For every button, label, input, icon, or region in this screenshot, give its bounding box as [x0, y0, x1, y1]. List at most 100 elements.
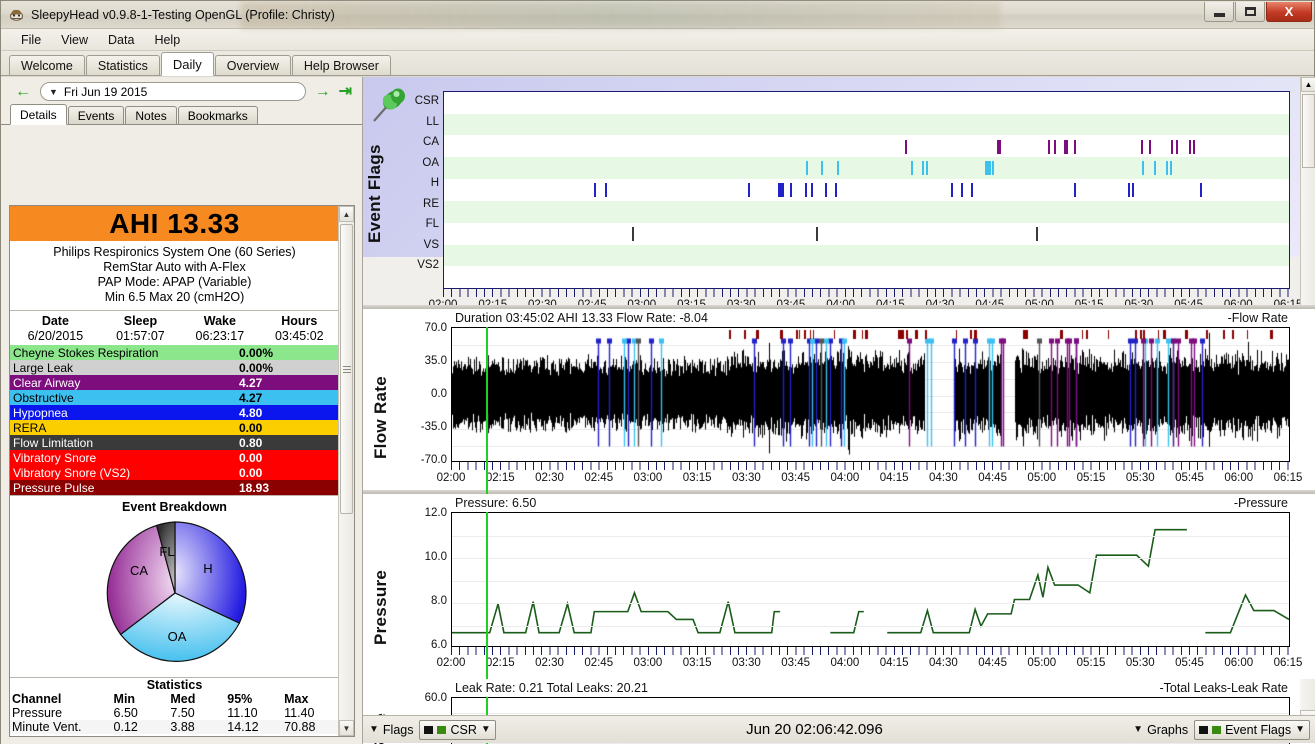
tab-daily[interactable]: Daily: [160, 52, 214, 76]
event-stats-list: Cheyne Stokes Respiration 0.00% Large Leak…: [10, 345, 339, 495]
close-icon: X: [1284, 4, 1294, 19]
event-breakdown-pie: Event Breakdown H OA CA FL: [10, 495, 339, 675]
event-row[interactable]: Vibratory Snore 0.00: [10, 450, 339, 465]
flags-dropdown-icon[interactable]: ▼: [369, 724, 379, 735]
event-row[interactable]: Pressure Pulse 18.93: [10, 480, 339, 495]
pressure-graph[interactable]: Pressure: 6.50 -Pressure Pressure 12.0 10…: [363, 490, 1315, 679]
stat-cell: 0.12: [113, 720, 138, 734]
chevron-down-icon[interactable]: ▼: [481, 724, 491, 735]
event-row[interactable]: Cheyne Stokes Respiration 0.00%: [10, 345, 339, 360]
event-row[interactable]: Vibratory Snore (VS2) 0.00: [10, 465, 339, 480]
left-panel: ← ▼ Fri Jun 19 2015 → ⇥ Details Events N…: [1, 77, 363, 744]
event-row[interactable]: Large Leak 0.00%: [10, 360, 339, 375]
val-sleep: 01:57:07: [116, 329, 165, 343]
pressure-legend[interactable]: -Pressure: [1234, 496, 1288, 510]
scrollbar-thumb[interactable]: [1302, 94, 1315, 168]
xtick-label: 03:15: [682, 472, 712, 484]
event-flags-plot[interactable]: [443, 91, 1290, 289]
subtab-bookmarks[interactable]: Bookmarks: [177, 106, 258, 124]
xtick-label: 02:00: [436, 657, 466, 669]
graph-divider[interactable]: [363, 490, 1315, 494]
flow-rate-title: Duration 03:45:02 AHI 13.33 Flow Rate: -…: [455, 311, 708, 325]
event-marker-oa: [1141, 161, 1144, 176]
close-button[interactable]: X: [1266, 2, 1312, 22]
event-label: RERA: [13, 420, 47, 435]
machine-line-3: PAP Mode: APAP (Variable): [97, 275, 252, 289]
flow-rate-legend[interactable]: -Flow Rate: [1228, 311, 1288, 325]
scrollbar-thumb[interactable]: [340, 224, 353, 514]
chevron-down-icon[interactable]: ▼: [1295, 724, 1305, 735]
tab-welcome[interactable]: Welcome: [9, 55, 85, 75]
flags-select[interactable]: CSR ▼: [419, 719, 496, 740]
flag-band: [444, 179, 1289, 201]
col-date: Date: [41, 314, 69, 328]
event-flags-graph[interactable]: Event Flags CSRLLCAOAHREFLVSVS2 02:0002:…: [363, 77, 1315, 311]
xtick-label: 03:30: [732, 657, 761, 669]
stat-cell: 70.88: [284, 720, 316, 734]
flow-rate-plot[interactable]: [451, 327, 1290, 462]
pressure-title: Pressure: 6.50: [455, 496, 537, 510]
tab-statistics[interactable]: Statistics: [85, 55, 160, 75]
date-selector[interactable]: ▼ Fri Jun 19 2015: [40, 82, 306, 101]
arrow-to-end-icon[interactable]: ⇥: [335, 83, 356, 100]
flags-label: Flags: [382, 722, 414, 737]
scroll-down-icon[interactable]: ▼: [339, 720, 354, 736]
event-flag-label: RE: [423, 197, 439, 210]
ahi-banner: AHI 13.33: [10, 206, 339, 241]
stat-cell: 15.60: [168, 734, 225, 736]
statistics-title: Statistics: [146, 678, 203, 692]
menu-view[interactable]: View: [51, 31, 98, 49]
arrow-right-icon[interactable]: →: [311, 83, 335, 100]
tab-help-browser[interactable]: Help Browser: [291, 55, 391, 75]
arrow-left-icon[interactable]: ←: [11, 83, 35, 100]
details-scrollbar[interactable]: ▲ ▼: [338, 206, 354, 736]
event-row[interactable]: RERA 0.00: [10, 420, 339, 435]
ytick-label: 60.0: [424, 692, 447, 704]
flow-rate-graph[interactable]: Duration 03:45:02 AHI 13.33 Flow Rate: -…: [363, 305, 1315, 494]
pressure-plot[interactable]: [451, 512, 1290, 647]
menu-data[interactable]: Data: [98, 31, 144, 49]
event-marker-oa: [1166, 161, 1169, 176]
event-value: 4.27: [239, 375, 263, 390]
details-tab-bar: Details Events Notes Bookmarks: [1, 103, 362, 125]
event-row[interactable]: Flow Limitation 0.80: [10, 435, 339, 450]
graphs-swatch-black-icon: [1199, 725, 1209, 734]
event-label: Hypopnea: [13, 405, 68, 420]
leak-rate-legend[interactable]: -Total Leaks-Leak Rate: [1159, 681, 1288, 695]
maximize-button[interactable]: [1235, 2, 1265, 22]
xtick-label: 05:00: [1027, 472, 1057, 484]
event-marker-h: [780, 183, 783, 198]
menu-bar: File View Data Help: [1, 29, 1314, 51]
flags-swatch-green-icon: [437, 725, 447, 734]
menu-help[interactable]: Help: [144, 31, 190, 49]
graphs-scrollbar[interactable]: ▲: [1300, 77, 1315, 309]
stat-col-2: Med: [170, 692, 196, 706]
val-hours: 03:45:02: [274, 329, 324, 343]
ytick-label: -70.0: [420, 454, 447, 466]
tab-overview[interactable]: Overview: [214, 55, 291, 75]
menu-file[interactable]: File: [11, 31, 51, 49]
minimize-button[interactable]: [1204, 2, 1234, 22]
scroll-up-icon[interactable]: ▲: [1301, 77, 1315, 92]
scroll-up-icon[interactable]: ▲: [339, 206, 354, 222]
xtick-label: 04:30: [928, 472, 958, 484]
graphs-dropdown-icon[interactable]: ▼: [1133, 724, 1143, 735]
subtab-events[interactable]: Events: [67, 106, 125, 124]
chevron-down-icon[interactable]: ▼: [49, 87, 58, 97]
graphs-select-value: Event Flags: [1225, 722, 1292, 737]
event-marker-oa: [991, 161, 994, 176]
event-row[interactable]: Obstructive 4.27: [10, 390, 339, 405]
event-value: 4.27: [239, 390, 263, 405]
xtick-label: 03:00: [633, 472, 663, 484]
graphs-select[interactable]: Event Flags ▼: [1194, 719, 1310, 740]
subtab-notes[interactable]: Notes: [125, 106, 177, 124]
event-flag-label: OA: [422, 156, 439, 169]
stat-cell: Resp. Rate: [10, 734, 112, 736]
event-flag-label: CA: [423, 136, 439, 148]
event-marker-oa: [911, 161, 914, 176]
graph-divider[interactable]: [363, 305, 1315, 309]
subtab-details[interactable]: Details: [10, 104, 67, 125]
event-row[interactable]: Hypopnea 4.80: [10, 405, 339, 420]
event-row[interactable]: Clear Airway 4.27: [10, 375, 339, 390]
minimize-icon: [1213, 12, 1225, 17]
